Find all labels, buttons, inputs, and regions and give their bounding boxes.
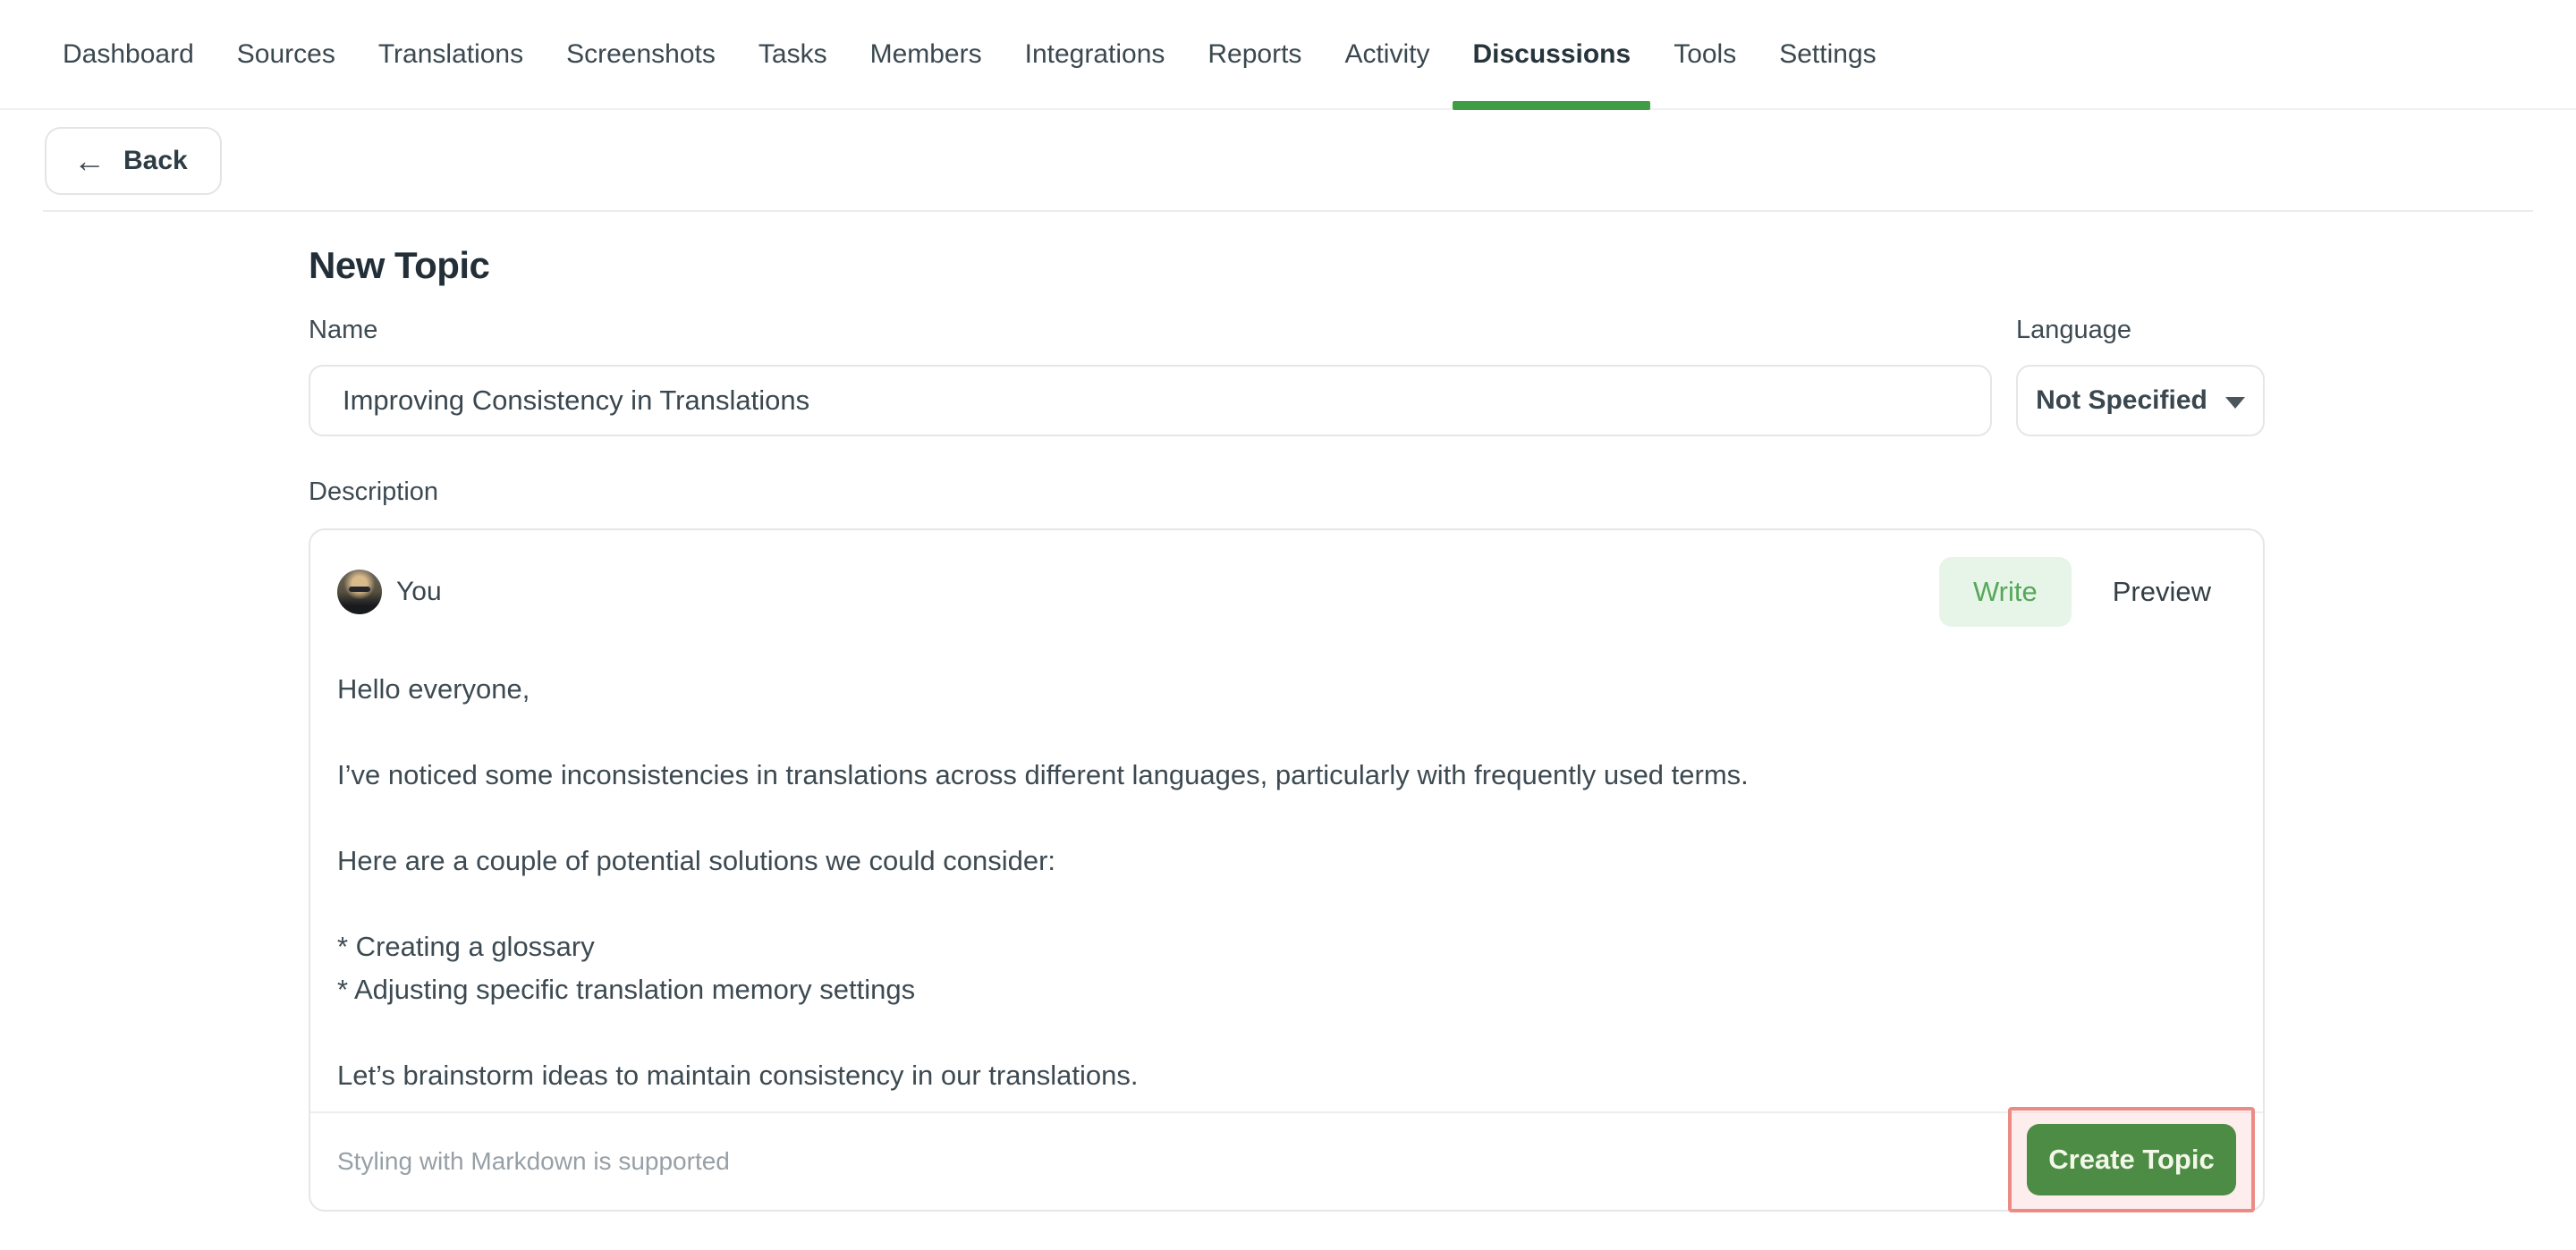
tab-tasks[interactable]: Tasks	[737, 0, 849, 108]
tab-translations[interactable]: Translations	[357, 0, 545, 108]
language-select-value: Not Specified	[2036, 385, 2207, 416]
markdown-hint: Styling with Markdown is supported	[337, 1147, 730, 1176]
chevron-down-icon	[2225, 397, 2245, 409]
tab-members[interactable]: Members	[849, 0, 1004, 108]
back-button-label: Back	[123, 146, 188, 176]
tab-reports[interactable]: Reports	[1186, 0, 1323, 108]
description-label: Description	[309, 477, 2265, 507]
tab-preview[interactable]: Preview	[2113, 576, 2211, 608]
name-label: Name	[309, 316, 1992, 345]
language-select[interactable]: Not Specified	[2016, 365, 2265, 436]
back-button[interactable]: ← Back	[45, 127, 222, 195]
topic-name-input[interactable]	[309, 365, 1992, 436]
editor-footer: Styling with Markdown is supported	[310, 1111, 2263, 1210]
back-arrow-icon: ←	[73, 145, 106, 177]
description-editor: You Write Preview Hello everyone, I’ve n…	[309, 528, 2265, 1212]
tab-screenshots[interactable]: Screenshots	[545, 0, 737, 108]
tab-write[interactable]: Write	[1939, 557, 2072, 627]
tab-settings[interactable]: Settings	[1758, 0, 1897, 108]
tab-integrations[interactable]: Integrations	[1004, 0, 1187, 108]
top-navigation: Dashboard Sources Translations Screensho…	[0, 0, 2576, 110]
tab-dashboard[interactable]: Dashboard	[41, 0, 216, 108]
page-title: New Topic	[309, 244, 2265, 287]
new-topic-form: New Topic Name Language Not Specified De…	[0, 212, 2265, 1212]
language-label: Language	[2016, 316, 2265, 345]
back-row: ← Back	[43, 110, 2533, 212]
avatar	[337, 570, 382, 614]
tab-discussions[interactable]: Discussions	[1451, 0, 1652, 108]
description-textarea[interactable]: Hello everyone, I’ve noticed some incons…	[337, 634, 2240, 1108]
editor-header: You Write Preview	[310, 530, 2263, 627]
tab-tools[interactable]: Tools	[1652, 0, 1758, 108]
tab-sources[interactable]: Sources	[216, 0, 357, 108]
tab-activity[interactable]: Activity	[1323, 0, 1451, 108]
author-name: You	[396, 577, 442, 607]
create-topic-button[interactable]: Create Topic	[2027, 1124, 2236, 1195]
